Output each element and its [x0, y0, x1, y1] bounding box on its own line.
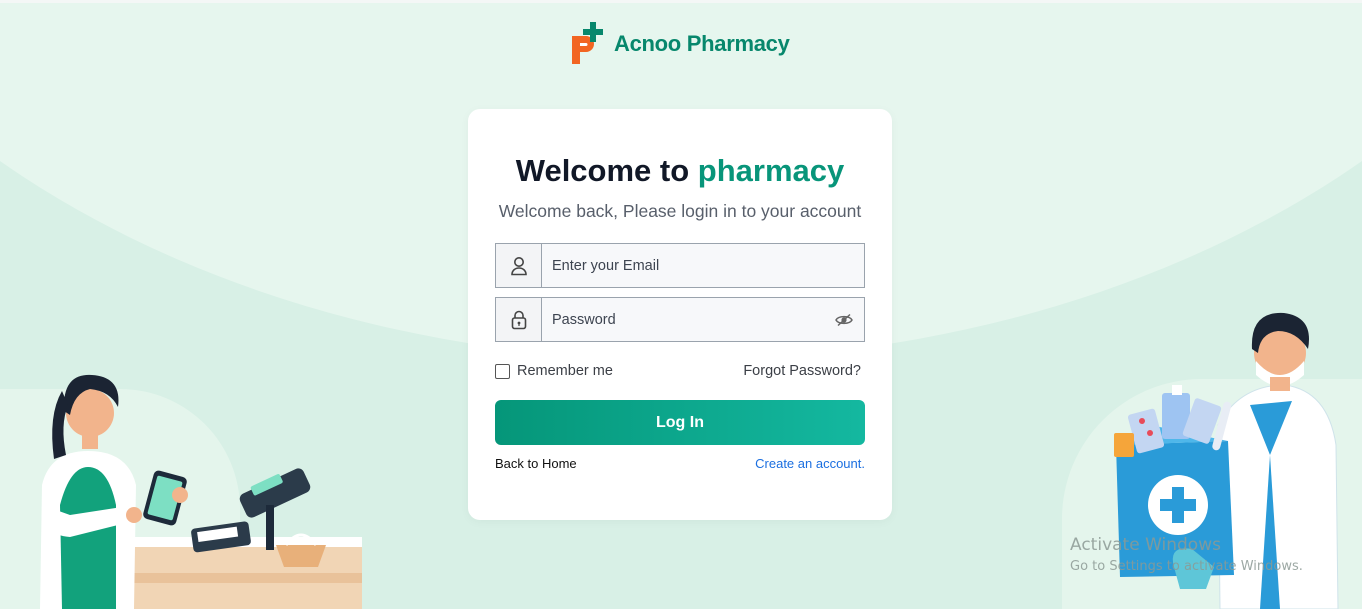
brand-name: Acnoo Pharmacy [614, 31, 790, 56]
login-button[interactable]: Log In [495, 400, 865, 445]
watermark-subtitle: Go to Settings to activate Windows. [1070, 559, 1303, 574]
brand-header[interactable]: Acnoo Pharmacy [568, 22, 790, 66]
remember-me-label: Remember me [517, 363, 613, 379]
login-options-row: Remember me Forgot Password? [495, 361, 865, 381]
user-icon [496, 244, 542, 287]
password-field [495, 297, 865, 342]
create-account-link[interactable]: Create an account. [755, 456, 865, 471]
title-accent: pharmacy [697, 153, 845, 188]
eye-icon[interactable] [824, 298, 864, 341]
watermark-title: Activate Windows [1070, 535, 1221, 555]
remember-me-checkbox[interactable] [495, 363, 510, 379]
back-to-home-link[interactable]: Back to Home [495, 456, 577, 471]
forgot-password-link[interactable]: Forgot Password? [743, 363, 861, 379]
pharmacist-counter-illustration [40, 374, 362, 609]
lock-icon [496, 298, 542, 341]
login-subtitle: Welcome back, Please login in to your ac… [498, 201, 862, 221]
remember-me[interactable]: Remember me [495, 363, 613, 379]
activate-windows-watermark: Activate Windows Go to Settings to activ… [1070, 535, 1303, 574]
title-prefix: Welcome to [515, 153, 690, 188]
footer-links-row: Back to Home Create an account. [495, 456, 865, 471]
password-input[interactable] [542, 298, 824, 341]
email-field [495, 243, 865, 288]
top-edge [0, 0, 1362, 3]
login-title: Welcome to pharmacy [468, 153, 892, 189]
pharmacy-logo-icon [572, 22, 603, 64]
email-input[interactable] [542, 244, 864, 287]
login-card: Welcome to pharmacy Welcome back, Please… [468, 109, 892, 520]
